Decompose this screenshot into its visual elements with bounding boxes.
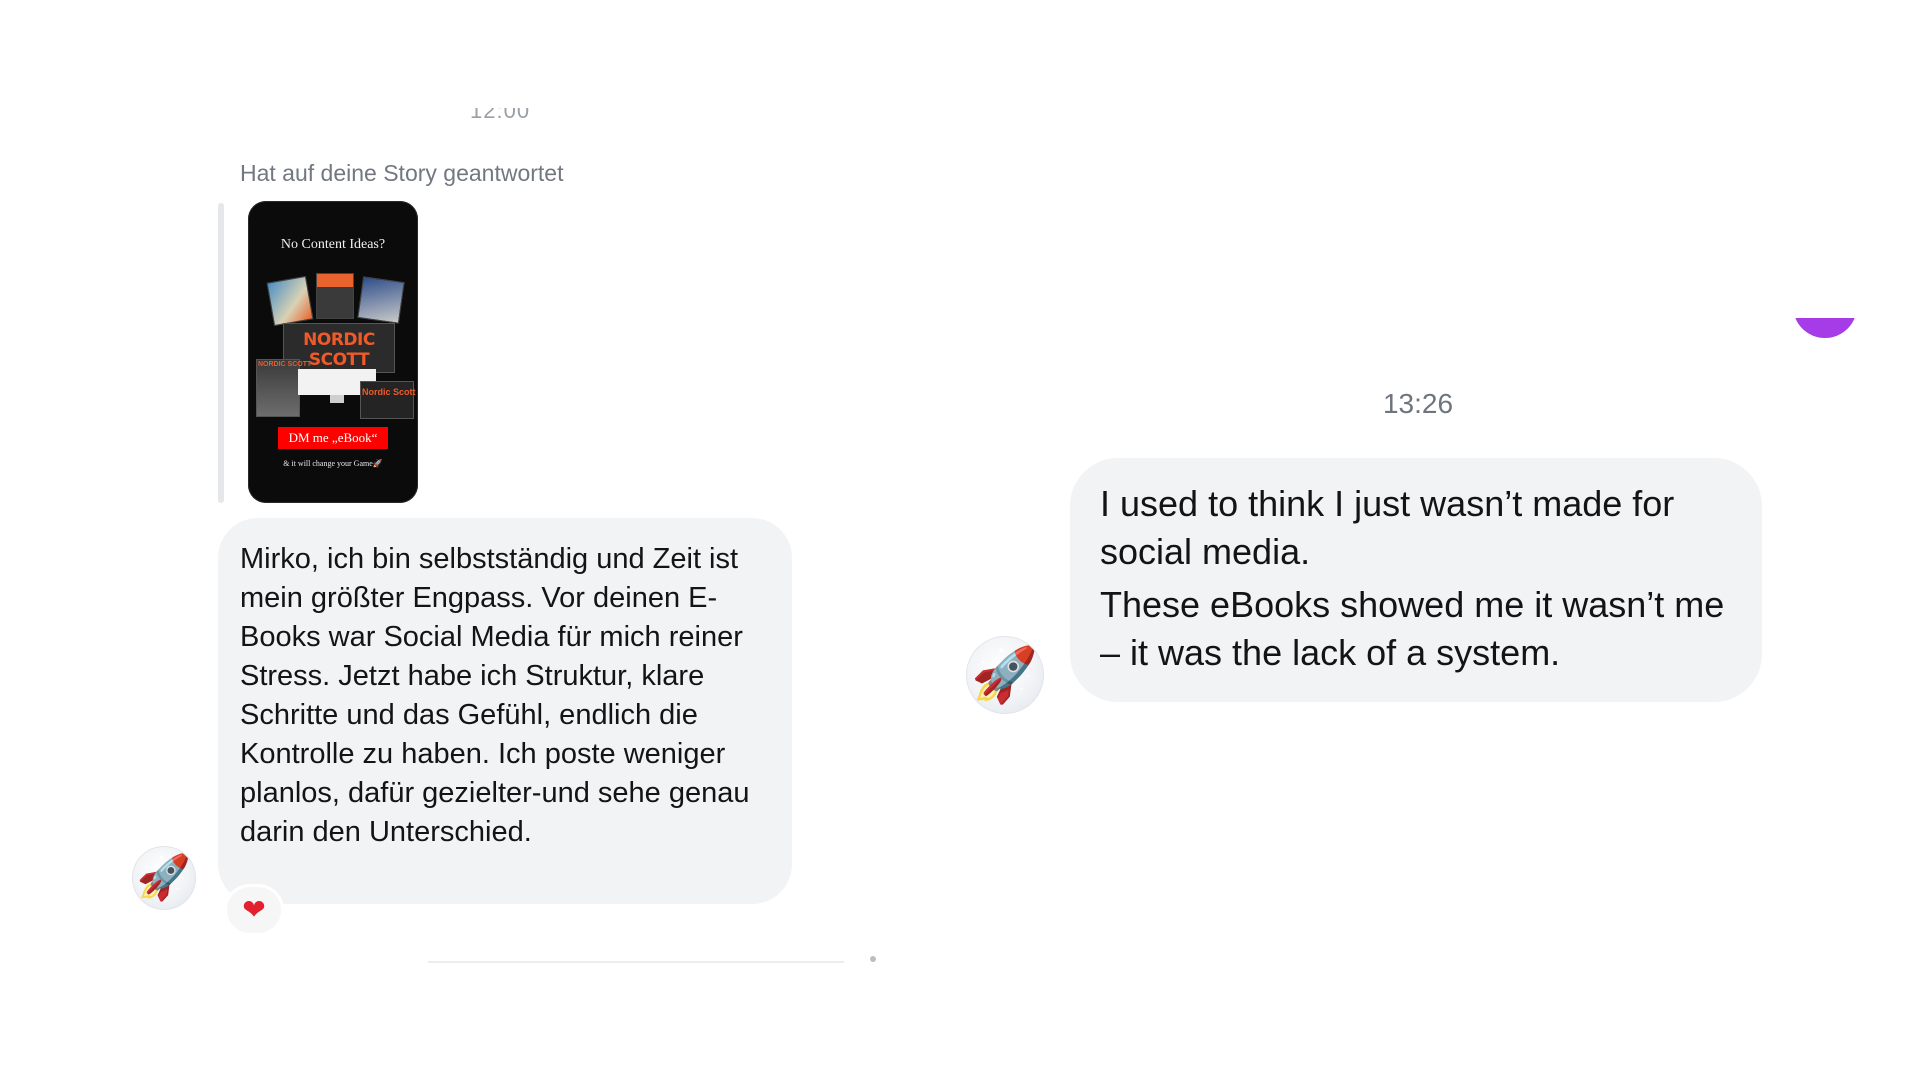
monitor-stand [330, 395, 344, 403]
heart-icon: ❤ [242, 894, 266, 925]
ebook-cover-image [266, 275, 314, 327]
ebook-cover-image [357, 276, 405, 324]
story-reply-caption: Hat auf deine Story geantwortet [240, 160, 564, 186]
side-label-right: Nordic Scott [362, 387, 416, 397]
message-bubble-incoming[interactable]: I used to think I just wasn’t made for s… [1070, 458, 1762, 702]
purple-story-ring [1793, 318, 1857, 338]
rocket-icon: 🚀 [971, 645, 1039, 705]
story-title: No Content Ideas? [280, 237, 386, 252]
story-reply-bar [218, 203, 224, 503]
story-dm-badge: DM me „eBook“ [278, 427, 388, 449]
avatar[interactable]: 🚀 [966, 636, 1044, 714]
rocket-icon: 🚀 [136, 853, 192, 902]
divider [428, 961, 844, 963]
message-bubble-incoming[interactable]: Mirko, ich bin selbstständig und Zeit is… [218, 518, 792, 904]
message-text: Mirko, ich bin selbstständig und Zeit is… [240, 543, 750, 848]
clipped-timestamp: 12:00 [470, 108, 560, 122]
avatar[interactable]: 🚀 [132, 846, 196, 910]
message-text-line-1: I used to think I just wasn’t made for s… [1100, 483, 1675, 572]
story-subtext: & it will change your Game🚀 [283, 459, 383, 468]
ebook-cover-image [316, 273, 354, 319]
clipped-timestamp-text: 12:00 [470, 108, 531, 122]
side-label-left: NORDIC SCOTT [258, 361, 312, 368]
message-timestamp: 13:26 [1382, 388, 1454, 419]
scroll-indicator-dot [870, 956, 876, 962]
story-thumbnail[interactable]: No Content Ideas? NORDIC SCOTT NORDIC SC… [248, 201, 418, 503]
message-text-line-2: These eBooks showed me it wasn’t me – it… [1100, 584, 1725, 673]
heart-reaction[interactable]: ❤ [224, 884, 284, 936]
